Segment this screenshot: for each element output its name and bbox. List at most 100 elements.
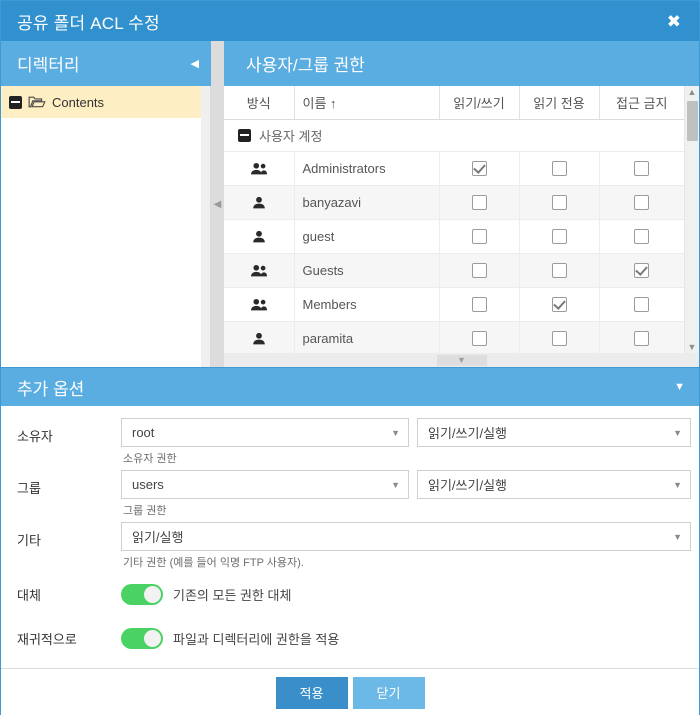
checkbox-read-only[interactable] bbox=[551, 331, 567, 347]
owner-permission-select[interactable]: 읽기/쓰기/실행 ▼ bbox=[417, 418, 691, 447]
checkbox-no-access[interactable] bbox=[634, 297, 650, 313]
row-name: guest bbox=[294, 219, 440, 254]
directory-pane-title: 디렉터리 bbox=[17, 56, 80, 75]
table-row[interactable]: guest bbox=[224, 219, 684, 254]
chevron-down-icon[interactable]: ▼ bbox=[436, 354, 487, 366]
cell-read-write[interactable] bbox=[439, 219, 520, 254]
checkbox-no-access[interactable] bbox=[634, 161, 650, 177]
additional-options-header[interactable]: 추가 옵션 ▼ bbox=[1, 368, 699, 406]
cell-read-only[interactable] bbox=[519, 321, 600, 356]
close-icon[interactable]: ✖ bbox=[663, 10, 685, 33]
column-header-name[interactable]: 이름 ↑ bbox=[294, 86, 440, 120]
checkbox-read-write[interactable] bbox=[471, 263, 487, 279]
chevron-left-icon[interactable]: ◀ bbox=[191, 57, 199, 70]
table-row[interactable]: Members bbox=[224, 287, 684, 322]
chevron-down-icon: ▼ bbox=[673, 427, 682, 438]
row-name: banyazavi bbox=[294, 185, 440, 220]
checkbox-read-only[interactable] bbox=[551, 195, 567, 211]
scrollbar-thumb[interactable] bbox=[686, 101, 698, 141]
cell-no-access[interactable] bbox=[599, 321, 684, 356]
chevron-left-icon: ◀ bbox=[213, 198, 222, 210]
acl-table-wrap: 방식 이름 ↑ 읽기/쓰기 읽기 전용 접근 금지 사용자 계정 Adminis… bbox=[224, 86, 684, 356]
column-header-read-only[interactable]: 읽기 전용 bbox=[519, 86, 600, 120]
chevron-down-icon: ▼ bbox=[673, 531, 682, 542]
cell-no-access[interactable] bbox=[599, 253, 684, 288]
checkbox-read-only[interactable] bbox=[551, 229, 567, 245]
row-name: Members bbox=[294, 287, 440, 322]
table-row[interactable]: Administrators bbox=[224, 151, 684, 186]
owner-principal-select[interactable]: root ▼ bbox=[121, 418, 409, 447]
checkbox-no-access[interactable] bbox=[634, 229, 650, 245]
permissions-pane: 사용자/그룹 권한 방식 이름 ↑ 읽기/쓰기 읽기 전용 접근 금지 사용자 … bbox=[224, 41, 699, 367]
pane-splitter[interactable]: ◀ bbox=[211, 41, 224, 367]
close-button[interactable]: 닫기 bbox=[352, 676, 425, 709]
scroll-down-icon[interactable]: ▼ bbox=[688, 341, 697, 353]
row-type-icon bbox=[224, 321, 295, 356]
cell-no-access[interactable] bbox=[599, 185, 684, 220]
cell-read-write[interactable] bbox=[439, 321, 520, 356]
checkbox-no-access[interactable] bbox=[634, 263, 650, 279]
chevron-down-icon[interactable]: ▼ bbox=[674, 381, 685, 393]
group-header-label: 사용자 계정 bbox=[259, 128, 323, 144]
directory-tree: Contents bbox=[1, 86, 211, 367]
cell-no-access[interactable] bbox=[599, 287, 684, 322]
chevron-down-icon: ▼ bbox=[391, 427, 400, 438]
acl-table-scrollbar[interactable]: ▲ ▼ bbox=[684, 86, 699, 353]
row-type-icon bbox=[224, 219, 295, 254]
directory-scrollbar[interactable] bbox=[201, 86, 210, 367]
acl-table: 방식 이름 ↑ 읽기/쓰기 읽기 전용 접근 금지 사용자 계정 Adminis… bbox=[224, 86, 684, 356]
checkbox-read-only[interactable] bbox=[551, 297, 567, 313]
checkbox-read-write[interactable] bbox=[471, 331, 487, 347]
table-row[interactable]: banyazavi bbox=[224, 185, 684, 220]
cell-read-only[interactable] bbox=[519, 287, 600, 322]
minus-box-icon[interactable] bbox=[9, 95, 22, 109]
cell-read-only[interactable] bbox=[519, 185, 600, 220]
chevron-down-icon: ▼ bbox=[391, 479, 400, 490]
scroll-up-icon[interactable]: ▲ bbox=[688, 86, 697, 98]
checkbox-read-only[interactable] bbox=[551, 263, 567, 279]
minus-box-icon[interactable] bbox=[238, 128, 251, 142]
recursive-label: 재귀적으로 bbox=[17, 631, 77, 647]
replace-switch-label: 기존의 모든 권한 대체 bbox=[173, 587, 292, 603]
column-header-method[interactable]: 방식 bbox=[224, 86, 295, 120]
dialog-footer: 적용 닫기 bbox=[1, 668, 699, 715]
table-row[interactable]: Guests bbox=[224, 253, 684, 288]
recursive-switch-label: 파일과 디렉터리에 권한을 적용 bbox=[173, 631, 340, 647]
acl-table-body: 사용자 계정 Administrators banyazavi guest Gu… bbox=[224, 119, 684, 356]
cell-read-only[interactable] bbox=[519, 253, 600, 288]
cell-read-only[interactable] bbox=[519, 151, 600, 186]
toggle-knob bbox=[144, 629, 161, 647]
horizontal-splitter[interactable]: ▼ bbox=[224, 353, 699, 367]
checkbox-read-write[interactable] bbox=[471, 161, 487, 177]
table-group-header-row[interactable]: 사용자 계정 bbox=[224, 119, 684, 152]
checkbox-no-access[interactable] bbox=[634, 331, 650, 347]
other-row: 기타 읽기/실행 ▼ 기타 권한 (예를 들어 익명 FTP 사용자). bbox=[9, 522, 691, 570]
tree-item-contents[interactable]: Contents bbox=[1, 86, 210, 118]
table-row[interactable]: paramita bbox=[224, 321, 684, 356]
permissions-pane-title: 사용자/그룹 권한 bbox=[246, 56, 365, 75]
cell-read-write[interactable] bbox=[439, 185, 520, 220]
checkbox-read-write[interactable] bbox=[471, 229, 487, 245]
checkbox-read-write[interactable] bbox=[471, 297, 487, 313]
group-permission-select[interactable]: 읽기/쓰기/실행 ▼ bbox=[417, 470, 691, 499]
other-permission-select[interactable]: 읽기/실행 ▼ bbox=[121, 522, 691, 551]
column-header-no-access[interactable]: 접근 금지 bbox=[599, 86, 684, 120]
table-header-row: 방식 이름 ↑ 읽기/쓰기 읽기 전용 접근 금지 bbox=[224, 86, 684, 120]
group-principal-select[interactable]: users ▼ bbox=[121, 470, 409, 499]
row-name: Administrators bbox=[294, 151, 440, 186]
checkbox-read-write[interactable] bbox=[471, 195, 487, 211]
checkbox-no-access[interactable] bbox=[634, 195, 650, 211]
cell-read-write[interactable] bbox=[439, 287, 520, 322]
cell-read-write[interactable] bbox=[439, 151, 520, 186]
column-header-read-write[interactable]: 읽기/쓰기 bbox=[439, 86, 520, 120]
cell-read-only[interactable] bbox=[519, 219, 600, 254]
cell-read-write[interactable] bbox=[439, 253, 520, 288]
checkbox-read-only[interactable] bbox=[551, 161, 567, 177]
apply-button[interactable]: 적용 bbox=[275, 676, 348, 709]
replace-toggle[interactable] bbox=[121, 583, 163, 605]
cell-no-access[interactable] bbox=[599, 219, 684, 254]
tree-item-label: Contents bbox=[52, 94, 105, 110]
cell-no-access[interactable] bbox=[599, 151, 684, 186]
directory-pane-header: 디렉터리 ◀ bbox=[1, 41, 211, 86]
recursive-toggle[interactable] bbox=[121, 627, 163, 649]
